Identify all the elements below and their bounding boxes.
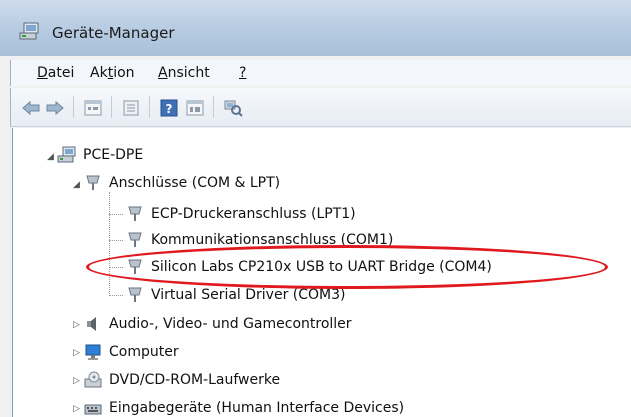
collapsed-arrow-icon[interactable]: ▷ [73,404,80,414]
tree-connector [109,214,123,215]
port-connector-icon [125,231,145,249]
menu-datei[interactable]: Datei [37,65,74,81]
tree-group-ports-label: Anschlüsse (COM & LPT) [109,175,281,191]
input-device-icon [83,399,103,417]
svg-text:?: ? [166,102,173,116]
computer-icon [57,146,77,164]
tree-group-label: Audio-, Video- und Gamecontroller [109,316,352,332]
tree-item-label: Virtual Serial Driver (COM3) [151,287,346,303]
tree-group-hid[interactable]: Eingabegeräte (Human Interface Devices) [83,397,404,417]
scan-hardware-icon[interactable] [223,98,243,118]
tree-group-audio[interactable]: Audio-, Video- und Gamecontroller [83,313,352,335]
tree-group-label: DVD/CD-ROM-Laufwerke [109,372,281,388]
device-manager-window: Geräte-Manager Datei Aktion Ansicht ? ? … [0,0,631,417]
collapsed-arrow-icon[interactable]: ▷ [73,376,80,386]
help-icon[interactable]: ? [159,98,179,118]
port-connector-icon [83,174,103,192]
port-connector-icon [125,286,145,304]
tree-group-label: Computer [109,344,179,360]
menu-help[interactable]: ? [239,65,246,81]
tree-item-label: ECP-Druckeranschluss (LPT1) [151,206,356,222]
tree-connector [109,192,110,296]
show-hide-tree-icon[interactable] [83,98,103,118]
view-icon[interactable] [185,98,205,118]
device-manager-icon [18,22,40,42]
menu-aktion[interactable]: Aktion [90,65,135,81]
expanded-arrow-icon[interactable]: ◢ [47,152,54,162]
expanded-arrow-icon[interactable]: ◢ [73,180,80,190]
title-bar[interactable]: Geräte-Manager [0,0,631,56]
collapsed-arrow-icon[interactable]: ▷ [73,320,80,330]
toolbar-separator [73,96,74,118]
toolbar-separator [111,96,112,118]
monitor-icon [83,343,103,361]
menu-bar: Datei Aktion Ansicht ? [10,60,631,86]
tree-connector [109,295,123,296]
tree-root-label: PCE-DPE [83,147,144,163]
tree-item-lpt1[interactable]: ECP-Druckeranschluss (LPT1) [125,203,356,225]
window-title: Geräte-Manager [52,24,175,42]
toolbar-separator [149,96,150,118]
tree-group-dvd[interactable]: DVD/CD-ROM-Laufwerke [83,369,280,391]
collapsed-arrow-icon[interactable]: ▷ [73,348,80,358]
optical-drive-icon [83,371,103,389]
tree-group-label: Eingabegeräte (Human Interface Devices) [109,400,405,416]
port-connector-icon [125,205,145,223]
toolbar: ? [10,88,631,127]
toolbar-separator [213,96,214,118]
forward-arrow-icon[interactable] [45,98,65,118]
back-arrow-icon[interactable] [21,98,41,118]
tree-connector [109,240,123,241]
tree-group-ports[interactable]: Anschlüsse (COM & LPT) [83,172,280,194]
tree-root[interactable]: PCE-DPE [57,144,143,166]
properties-icon[interactable] [121,98,141,118]
menu-ansicht[interactable]: Ansicht [158,65,210,81]
tree-group-computer[interactable]: Computer [83,341,179,363]
speaker-icon [83,315,103,333]
highlight-ellipse [86,245,608,289]
